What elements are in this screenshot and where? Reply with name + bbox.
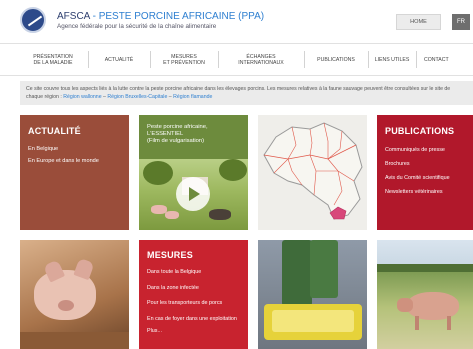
boot-disinfection-photo — [258, 240, 367, 349]
link-avis-comite[interactable]: Avis du Comité scientifique — [385, 175, 465, 181]
nav-divider — [368, 51, 369, 68]
info-banner: Ce site couvre tous les aspects liés à l… — [20, 81, 473, 105]
link-transporteurs[interactable]: Pour les transporteurs de porcs — [147, 300, 240, 307]
link-en-europe[interactable]: En Europe et dans le monde — [28, 158, 121, 164]
main-nav: PRÉSENTATION DE LA MALADIE ACTUALITÉ MESU… — [0, 43, 473, 76]
afsca-logo-icon[interactable] — [20, 7, 46, 33]
actualite-tile: ACTUALITÉ En Belgique En Europe et dans … — [20, 115, 129, 230]
site-title[interactable]: AFSCA - PESTE PORCINE AFRICAINE (PPA) — [57, 11, 264, 22]
pig-leg — [447, 316, 451, 330]
belgium-map-icon — [263, 122, 363, 220]
piglet-snout — [58, 300, 74, 311]
nav-divider — [416, 51, 417, 68]
tree — [143, 161, 173, 185]
boot-illustration — [282, 240, 312, 306]
link-toute-belgique[interactable]: Dans toute la Belgique — [147, 269, 240, 276]
site-title-text: PESTE PORCINE AFRICAINE (PPA) — [98, 11, 265, 22]
video-tile[interactable]: Peste porcine africaine, L'ESSENTIEL (Fi… — [139, 115, 248, 230]
wild-boar-illustration — [209, 209, 231, 220]
link-zone-infectee[interactable]: Dans la zone infectée — [147, 285, 240, 292]
tree — [219, 159, 247, 181]
nav-item-mesures[interactable]: MESURES ET PRÉVENTION — [152, 44, 216, 75]
nav-divider — [88, 51, 89, 68]
video-caption: Peste porcine africaine, L'ESSENTIEL (Fi… — [147, 124, 208, 144]
link-newsletters[interactable]: Newsletters vétérinaires — [385, 189, 465, 195]
boot-illustration — [310, 240, 338, 298]
link-en-belgique[interactable]: En Belgique — [28, 146, 121, 152]
link-brochures[interactable]: Brochures — [385, 161, 465, 167]
video-thumbnail — [139, 159, 248, 230]
play-icon[interactable] — [176, 177, 210, 211]
nav-item-presentation[interactable]: PRÉSENTATION DE LA MALADIE — [20, 44, 86, 75]
mesures-title[interactable]: MESURES — [147, 250, 240, 260]
publications-title[interactable]: PUBLICATIONS — [385, 126, 465, 136]
link-region-bruxelles[interactable]: Région Bruxelles-Capitale — [107, 94, 167, 100]
nav-divider — [150, 51, 151, 68]
pig-illustration — [165, 211, 179, 219]
treeline — [377, 264, 473, 272]
pig-leg — [415, 316, 419, 330]
link-plus[interactable]: Plus... — [147, 328, 240, 335]
straw-ground — [20, 332, 129, 349]
title-separator: - — [89, 11, 99, 22]
disinfectant-liquid — [272, 310, 354, 332]
nav-item-liens-utiles[interactable]: LIENS UTILES — [370, 44, 414, 75]
pig-in-field-photo — [377, 240, 473, 349]
site-subtitle: Agence fédérale pour la sécurité de la c… — [57, 23, 217, 30]
nav-item-echanges[interactable]: ÉCHANGES INTERNATIONAUX — [220, 44, 302, 75]
nav-item-actualite[interactable]: ACTUALITÉ — [90, 44, 148, 75]
language-button[interactable]: FR — [452, 14, 470, 30]
link-communiques[interactable]: Communiqués de presse — [385, 147, 465, 153]
nav-divider — [304, 51, 305, 68]
pig-head — [397, 298, 413, 312]
belgium-map-tile[interactable] — [258, 115, 367, 230]
home-button[interactable]: HOME — [396, 14, 441, 30]
mesures-tile: MESURES Dans toute la Belgique Dans la z… — [139, 240, 248, 349]
link-foyer-exploitation[interactable]: En cas de foyer dans une exploitation — [147, 316, 240, 323]
nav-divider — [218, 51, 219, 68]
nav-item-publications[interactable]: PUBLICATIONS — [306, 44, 366, 75]
piglet-photo — [20, 240, 129, 349]
publications-tile: PUBLICATIONS Communiqués de presse Broch… — [377, 115, 473, 230]
link-region-wallonne[interactable]: Région wallonne — [63, 94, 101, 100]
nav-item-contact[interactable]: CONTACT — [418, 44, 473, 75]
actualite-title[interactable]: ACTUALITÉ — [28, 126, 121, 136]
org-name: AFSCA — [57, 11, 90, 22]
link-region-flamande[interactable]: Région flamande — [173, 94, 212, 100]
